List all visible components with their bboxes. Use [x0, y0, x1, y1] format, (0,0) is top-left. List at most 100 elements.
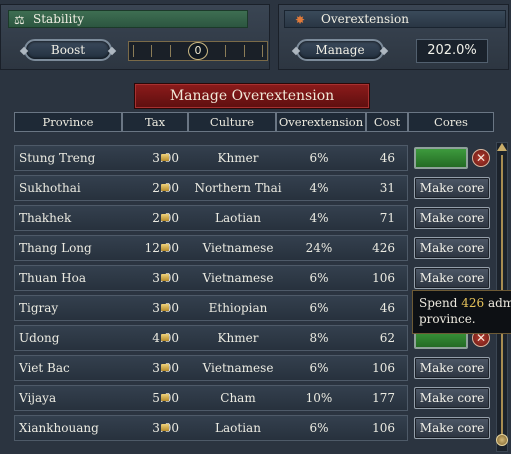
overextension-value: 6%	[309, 361, 329, 375]
stability-tick	[261, 45, 263, 57]
overextension-value: 24%	[305, 241, 333, 255]
ducats-icon	[161, 154, 169, 161]
cost-value: 426	[372, 241, 395, 255]
stability-title: Stability	[33, 12, 84, 26]
tax-value: 3.00	[129, 356, 179, 380]
table-row[interactable]: Stung Treng3.00Khmer6%46	[14, 145, 408, 171]
ducats-icon	[161, 244, 169, 251]
cost-value: 106	[372, 271, 395, 285]
table-row[interactable]: Thakhek2.00Laotian4%71	[14, 205, 408, 231]
manage-label: Manage	[315, 43, 365, 57]
table-row[interactable]: Tigray3.00Ethiopian6%46	[14, 295, 408, 321]
cost-value: 106	[372, 361, 395, 375]
ducats-icon	[161, 364, 169, 371]
overextension-value: 10%	[305, 391, 333, 405]
coring-progress-bar	[414, 147, 468, 169]
tax-value: 2.00	[129, 176, 179, 200]
stability-tick	[169, 45, 171, 57]
province-name: Sukhothai	[19, 181, 81, 195]
overextension-value: 4%	[309, 211, 329, 225]
cost-value: 177	[372, 391, 395, 405]
province-name: Thang Long	[19, 241, 92, 255]
ducats-icon	[161, 184, 169, 191]
overextension-value: 202.0%	[416, 39, 488, 63]
ducats-icon	[161, 424, 169, 431]
table-row[interactable]: Vijaya5.00Cham10%177	[14, 385, 408, 411]
cost-value: 31	[379, 181, 395, 195]
boost-label: Boost	[50, 43, 86, 57]
tax-value: 2.00	[129, 206, 179, 230]
overextension-value: 6%	[309, 301, 329, 315]
province-name: Thakhek	[19, 211, 72, 225]
header-culture: Culture	[188, 112, 276, 132]
stability-tick	[225, 45, 227, 57]
province-name: Vijaya	[19, 391, 57, 405]
panel-title: Manage Overextension	[134, 83, 370, 109]
overextension-icon: ✸	[295, 13, 306, 27]
make-core-button[interactable]: Make core	[414, 417, 490, 439]
stability-tick	[243, 45, 245, 57]
tax-value: 12.00	[129, 236, 179, 260]
tax-value: 5.00	[129, 386, 179, 410]
province-name: Viet Bac	[19, 361, 70, 375]
table-row[interactable]: Sukhothai2.00Northern Thai4%31	[14, 175, 408, 201]
province-name: Stung Treng	[19, 151, 96, 165]
stability-value: 0	[187, 42, 208, 60]
header-province: Province	[14, 112, 122, 132]
overextension-banner: ✸ Overextension	[284, 10, 506, 28]
stability-meter: 0	[128, 41, 268, 61]
ducats-icon	[161, 214, 169, 221]
tooltip-line-2: province.	[419, 312, 476, 326]
scroll-thumb[interactable]	[496, 434, 508, 446]
manage-overextension-button[interactable]: Manage	[296, 39, 384, 61]
table-row[interactable]: Xiankhouang3.00Laotian6%106	[14, 415, 408, 441]
header-tax: Tax	[122, 112, 188, 132]
scroll-up-arrow-icon[interactable]	[497, 143, 507, 151]
tax-value: 4.00	[129, 326, 179, 350]
province-name: Thuan Hoa	[19, 271, 87, 285]
scales-icon: ⚖	[14, 13, 25, 27]
province-name: Tigray	[19, 301, 59, 315]
cost-value: 106	[372, 421, 395, 435]
tax-value: 3.00	[129, 146, 179, 170]
stability-banner: ⚖ Stability	[8, 10, 248, 28]
overextension-value: 6%	[309, 151, 329, 165]
province-name: Xiankhouang	[19, 421, 99, 435]
make-core-button[interactable]: Make core	[414, 357, 490, 379]
ducats-icon	[161, 304, 169, 311]
overextension-title: Overextension	[321, 12, 409, 26]
cost-value: 62	[379, 331, 395, 345]
overextension-value: 6%	[309, 271, 329, 285]
stability-tick	[151, 45, 153, 57]
stability-tick	[133, 45, 134, 57]
tax-value: 3.00	[129, 266, 179, 290]
tooltip-line-1: Spend 426 adm	[419, 296, 511, 310]
ducats-icon	[161, 334, 169, 341]
cancel-coring-icon[interactable]: ✕	[472, 149, 490, 167]
ducats-icon	[161, 394, 169, 401]
make-core-button[interactable]: Make core	[414, 207, 490, 229]
tooltip: Spend 426 adm province.	[412, 290, 511, 334]
table-row[interactable]: Thang Long12.00Vietnamese24%426	[14, 235, 408, 261]
tax-value: 3.00	[129, 416, 179, 440]
make-core-button[interactable]: Make core	[414, 267, 490, 289]
province-name: Udong	[19, 331, 60, 345]
boost-stability-button[interactable]: Boost	[24, 39, 112, 61]
overextension-value: 8%	[309, 331, 329, 345]
cost-value: 71	[379, 211, 395, 225]
header-cost: Cost	[366, 112, 408, 132]
make-core-button[interactable]: Make core	[414, 387, 490, 409]
make-core-button[interactable]: Make core	[414, 237, 490, 259]
tax-value: 3.00	[129, 296, 179, 320]
cost-value: 46	[379, 151, 395, 165]
table-row[interactable]: Udong4.00Khmer8%62	[14, 325, 408, 351]
overextension-value: 4%	[309, 181, 329, 195]
make-core-button[interactable]: Make core	[414, 177, 490, 199]
cost-value: 46	[379, 301, 395, 315]
table-row[interactable]: Viet Bac3.00Vietnamese6%106	[14, 355, 408, 381]
table-row[interactable]: Thuan Hoa3.00Vietnamese6%106	[14, 265, 408, 291]
header-cores: Cores	[408, 112, 494, 132]
header-overextension: Overextension	[276, 112, 366, 132]
overextension-value: 6%	[309, 421, 329, 435]
ducats-icon	[161, 274, 169, 281]
